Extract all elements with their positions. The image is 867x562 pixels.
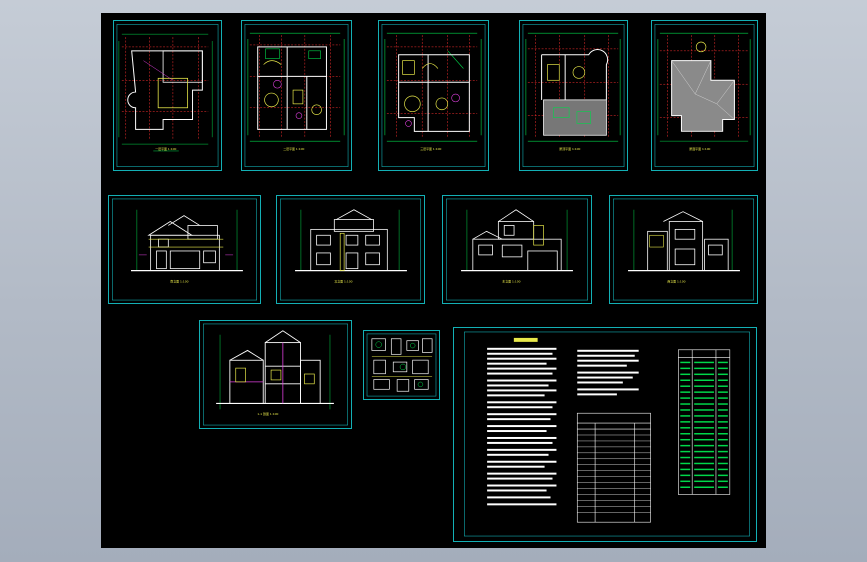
elevation-drawing-3: 东立面 1:100 bbox=[446, 198, 588, 301]
plan-drawing-1: 一层平面 1:100 bbox=[116, 24, 219, 167]
notes-drawing-1 bbox=[464, 331, 750, 537]
svg-text:三层平面 1:100: 三层平面 1:100 bbox=[420, 146, 441, 151]
sheet-section-1[interactable]: 1-1 剖面 1:100 bbox=[199, 320, 352, 429]
details-drawing-1 bbox=[366, 333, 437, 397]
sheet-elev-4[interactable]: 西立面 1:100 bbox=[609, 195, 758, 304]
elevation-drawing-1: 南立面 1:100 bbox=[112, 198, 257, 301]
sheet-elev-1[interactable]: 南立面 1:100 bbox=[108, 195, 261, 304]
plan-drawing-3: 三层平面 1:100 bbox=[381, 24, 486, 167]
svg-text:屋面平面 1:100: 屋面平面 1:100 bbox=[689, 146, 710, 151]
sheet-plan-5[interactable]: 屋面平面 1:100 bbox=[651, 20, 758, 171]
sheet-elev-3[interactable]: 东立面 1:100 bbox=[442, 195, 592, 304]
svg-text:东立面 1:100: 东立面 1:100 bbox=[502, 278, 520, 283]
sheet-plan-2[interactable]: 二层平面 1:100 bbox=[241, 20, 352, 171]
svg-text:1-1 剖面 1:100: 1-1 剖面 1:100 bbox=[257, 411, 278, 416]
elevation-drawing-4: 西立面 1:100 bbox=[613, 198, 754, 301]
sheet-elev-2[interactable]: 北立面 1:100 bbox=[276, 195, 425, 304]
section-drawing-1: 1-1 剖面 1:100 bbox=[203, 323, 348, 426]
svg-text:西立面 1:100: 西立面 1:100 bbox=[667, 278, 685, 283]
sheet-plan-4[interactable]: 屋顶平面 1:100 bbox=[519, 20, 628, 171]
svg-text:屋顶平面 1:100: 屋顶平面 1:100 bbox=[559, 146, 580, 151]
sheet-plan-1[interactable]: 一层平面 1:100 bbox=[113, 20, 222, 171]
sheet-details-1[interactable] bbox=[363, 330, 440, 400]
plan-drawing-5: 屋面平面 1:100 bbox=[654, 24, 755, 167]
sheet-plan-3[interactable]: 三层平面 1:100 bbox=[378, 20, 489, 171]
svg-text:南立面 1:100: 南立面 1:100 bbox=[170, 278, 188, 283]
cad-model-space[interactable]: 一层平面 1:100 二层平面 1:100 三层平面 1:100 屋顶平面 1:… bbox=[101, 13, 766, 548]
plan-drawing-4: 屋顶平面 1:100 bbox=[522, 24, 625, 167]
plan-drawing-2: 二层平面 1:100 bbox=[244, 24, 349, 167]
sheet-notes-1[interactable] bbox=[453, 327, 757, 542]
svg-text:北立面 1:100: 北立面 1:100 bbox=[334, 278, 352, 283]
svg-text:一层平面 1:100: 一层平面 1:100 bbox=[155, 146, 176, 151]
svg-text:二层平面 1:100: 二层平面 1:100 bbox=[283, 146, 304, 151]
elevation-drawing-2: 北立面 1:100 bbox=[280, 198, 421, 301]
